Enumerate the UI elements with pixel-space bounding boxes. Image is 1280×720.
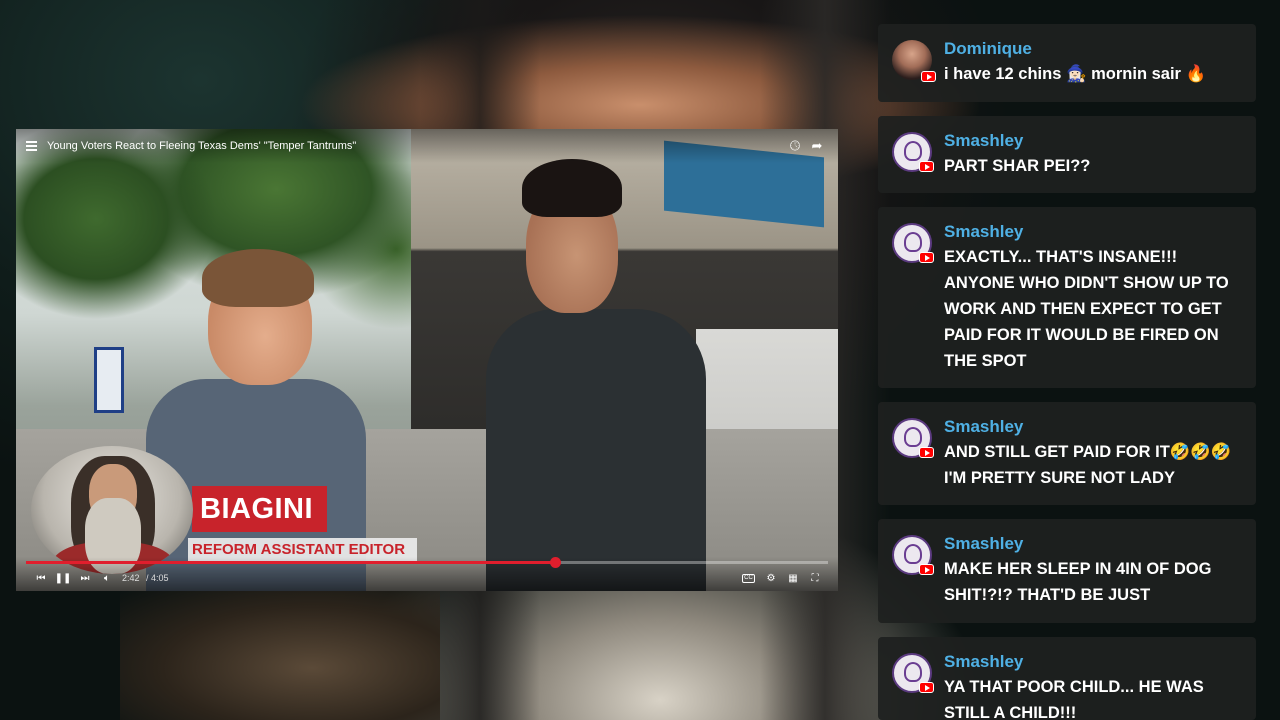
time-current: 2:42 xyxy=(122,573,140,583)
volume-icon[interactable]: 🔈︎ xyxy=(96,573,118,584)
share-icon[interactable]: ➦ xyxy=(806,138,828,154)
time-total: 4:05 xyxy=(151,573,169,583)
progress-bar[interactable] xyxy=(26,557,828,568)
interviewee xyxy=(486,159,736,591)
chat-author: Smashley xyxy=(944,222,1024,241)
gear-icon[interactable]: ⚙︎ xyxy=(760,573,782,584)
youtube-icon xyxy=(919,564,934,575)
youtube-icon xyxy=(919,682,934,693)
chat-message: Smashley PART SHAR PEI?? xyxy=(878,116,1256,193)
chat-author: Dominique xyxy=(944,39,1032,58)
avatar xyxy=(892,418,934,458)
menu-icon[interactable] xyxy=(26,141,37,151)
time-separator: / xyxy=(143,573,152,583)
avatar xyxy=(892,132,934,172)
video-scene-sign xyxy=(94,347,124,413)
avatar xyxy=(892,40,936,82)
chat-author: Smashley xyxy=(944,131,1024,150)
next-icon[interactable]: ⏭︎ xyxy=(74,573,96,584)
chat-message: Dominique i have 12 chins 🧙🏻‍♀️ mornin s… xyxy=(878,24,1256,102)
chat-message: Smashley AND STILL GET PAID FOR IT🤣🤣🤣 I'… xyxy=(878,402,1256,505)
video-player[interactable]: Young Voters React to Fleeing Texas Dems… xyxy=(16,129,838,591)
player-top-bar: Young Voters React to Fleeing Texas Dems… xyxy=(16,129,838,163)
chat-author: Smashley xyxy=(944,417,1024,436)
fullscreen-icon[interactable]: ⛶ xyxy=(804,573,826,584)
chat-message: Smashley EXACTLY... THAT'S INSANE!!! ANY… xyxy=(878,207,1256,388)
chat-text: YA THAT POOR CHILD... HE WAS STILL A CHI… xyxy=(944,678,1204,720)
avatar xyxy=(892,535,934,575)
progress-fill xyxy=(26,561,556,564)
streamer-webcam xyxy=(31,446,193,574)
clock-icon[interactable]: 🕓︎ xyxy=(784,138,806,154)
avatar xyxy=(892,653,934,693)
progress-scrubber[interactable] xyxy=(550,557,562,568)
lower-third-name: BIAGINI xyxy=(192,486,328,532)
chat-message: Smashley YA THAT POOR CHILD... HE WAS ST… xyxy=(878,637,1256,720)
chat-message: Smashley MAKE HER SLEEP IN 4IN OF DOG SH… xyxy=(878,519,1256,623)
chat-author: Smashley xyxy=(944,652,1024,671)
cc-icon[interactable]: CC xyxy=(742,573,755,583)
chat-text: MAKE HER SLEEP IN 4IN OF DOG SHIT!?!? TH… xyxy=(944,560,1212,604)
avatar xyxy=(892,223,934,263)
video-title[interactable]: Young Voters React to Fleeing Texas Dems… xyxy=(47,140,784,152)
chat-panel: Dominique i have 12 chins 🧙🏻‍♀️ mornin s… xyxy=(878,24,1256,720)
youtube-icon xyxy=(919,252,934,263)
youtube-icon xyxy=(919,161,934,172)
pause-icon[interactable]: ❚❚ xyxy=(52,573,74,584)
background-shoulder xyxy=(120,590,440,720)
chat-text: EXACTLY... THAT'S INSANE!!! ANYONE WHO D… xyxy=(944,248,1229,370)
previous-icon[interactable]: ⏮︎ xyxy=(30,573,52,584)
youtube-icon xyxy=(921,71,936,82)
chat-text: i have 12 chins 🧙🏻‍♀️ mornin sair 🔥 xyxy=(944,65,1207,83)
youtube-icon xyxy=(919,447,934,458)
cast-icon[interactable]: ▦ xyxy=(782,573,804,584)
chat-author: Smashley xyxy=(944,534,1024,553)
chat-text: PART SHAR PEI?? xyxy=(944,157,1091,175)
player-controls: ⏮︎ ❚❚ ⏭︎ 🔈︎ 2:42 / 4:05 CC ⚙︎ ▦ ⛶ xyxy=(16,557,838,591)
chat-text: AND STILL GET PAID FOR IT🤣🤣🤣 I'M PRETTY … xyxy=(944,443,1232,487)
